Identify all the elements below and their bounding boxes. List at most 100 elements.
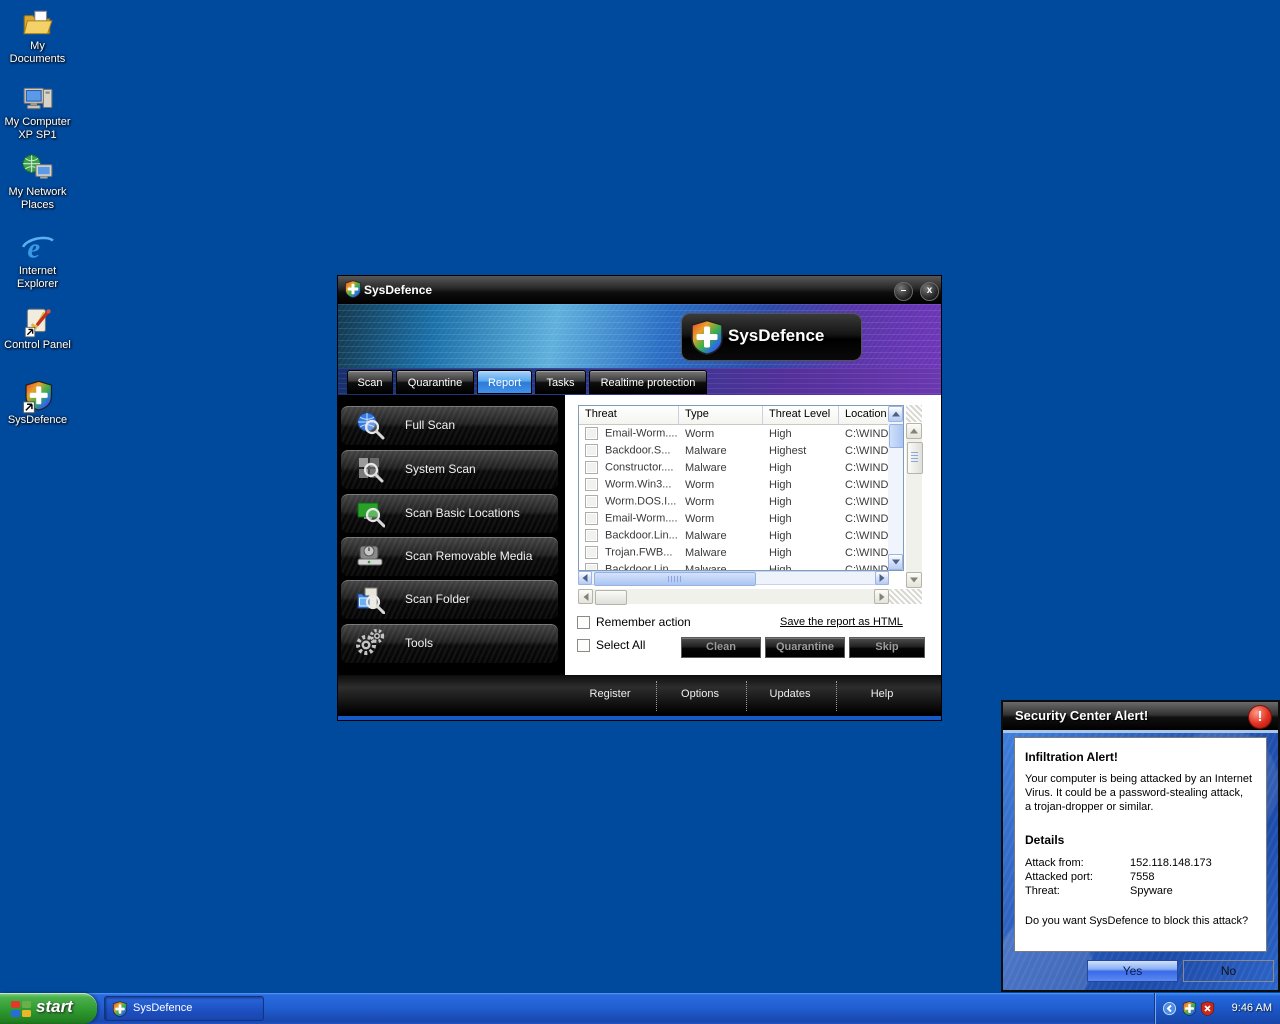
tray-security-alert-shield-icon[interactable] — [1200, 1001, 1215, 1016]
scroll-right-button[interactable] — [875, 571, 889, 585]
scroll-thumb[interactable] — [594, 572, 756, 586]
desktop-icon-label-2: XP SP1 — [1, 129, 74, 142]
desktop-icon-label: Control Panel — [1, 339, 74, 352]
menu-separator — [836, 681, 837, 711]
table-row[interactable]: Backdoor.S...MalwareHighestC:\WIND — [579, 442, 888, 459]
taskbar-task-sysdefence[interactable]: SysDefence — [104, 996, 264, 1021]
clean-button[interactable]: Clean — [681, 637, 761, 658]
sidebar: Full Scan System Scan Scan Basic — [338, 395, 565, 675]
close-button[interactable]: x — [920, 282, 939, 301]
clock[interactable]: 9:46 AM — [1232, 1002, 1272, 1014]
sidebar-full-scan-button[interactable]: Full Scan — [341, 406, 558, 445]
table-row[interactable]: Worm.Win3...WormHighC:\WIND — [579, 476, 888, 493]
row-checkbox[interactable] — [585, 427, 598, 440]
tab-realtime-protection[interactable]: Realtime protection — [589, 370, 707, 394]
sidebar-scan-removable-media-button[interactable]: Scan Removable Media — [341, 537, 558, 576]
desktop-icon-control-panel[interactable]: Control Panel — [1, 305, 74, 352]
desktop-icon-my-computer[interactable]: My Computer XP SP1 — [1, 82, 74, 142]
scroll-thumb[interactable] — [907, 442, 923, 474]
scroll-thumb[interactable] — [595, 590, 627, 605]
window-titlebar[interactable]: SysDefence – x — [338, 276, 941, 304]
table-row[interactable]: Trojan.FWB...MalwareHighC:\WIND — [579, 544, 888, 561]
table-row[interactable]: Constructor....MalwareHighC:\WIND — [579, 459, 888, 476]
panel-horizontal-scrollbar[interactable] — [578, 589, 889, 604]
scroll-right-button[interactable] — [874, 589, 889, 604]
table-row[interactable]: Email-Worm....WormHighC:\WIND — [579, 510, 888, 527]
remember-action-checkbox[interactable] — [577, 616, 590, 629]
desktop-icon-my-documents[interactable]: My Documents — [1, 6, 74, 66]
desktop-icon-label: SysDefence — [1, 414, 74, 427]
start-button[interactable]: start — [0, 993, 97, 1024]
row-checkbox[interactable] — [585, 461, 598, 474]
desktop-icon-label: My Computer — [1, 116, 74, 129]
column-header-level[interactable]: Threat Level — [763, 406, 839, 424]
scroll-up-button[interactable] — [906, 423, 922, 439]
my-network-places-icon — [21, 152, 55, 186]
scroll-down-button[interactable] — [906, 572, 922, 588]
panel-vertical-scrollbar[interactable] — [906, 423, 922, 588]
minimize-button[interactable]: – — [894, 282, 913, 301]
control-panel-icon — [21, 305, 55, 339]
sidebar-tools-button[interactable]: Tools — [341, 624, 558, 663]
select-all-checkbox[interactable] — [577, 639, 590, 652]
row-checkbox[interactable] — [585, 546, 598, 559]
scroll-down-icon — [892, 560, 900, 565]
tray-collapse-chevron-icon[interactable] — [1162, 1001, 1177, 1016]
report-panel: Threat Type Threat Level Location Email-… — [565, 395, 941, 675]
window-title: SysDefence — [364, 283, 432, 297]
save-report-link[interactable]: Save the report as HTML — [780, 616, 903, 628]
scroll-left-button[interactable] — [578, 571, 592, 585]
table-row[interactable]: Email-Worm....WormHighC:\WIND — [579, 425, 888, 442]
menu-options[interactable]: Options — [681, 688, 719, 700]
row-checkbox[interactable] — [585, 478, 598, 491]
desktop-icon-label-2: Explorer — [1, 278, 74, 291]
window-bottom-edge — [338, 716, 941, 720]
desktop-icon-my-network-places[interactable]: My Network Places — [1, 152, 74, 212]
table-row[interactable]: Backdoor.Lin...MalwareHighC:\WIND — [579, 527, 888, 544]
scroll-left-button[interactable] — [578, 589, 593, 604]
skip-button[interactable]: Skip — [849, 637, 925, 658]
sidebar-scan-folder-button[interactable]: Scan Folder — [341, 580, 558, 619]
row-checkbox[interactable] — [585, 495, 598, 508]
brand-name: SysDefence — [728, 326, 824, 346]
sidebar-scan-basic-locations-button[interactable]: Scan Basic Locations — [341, 494, 558, 533]
list-vertical-scrollbar[interactable] — [888, 406, 903, 570]
menu-updates[interactable]: Updates — [770, 688, 811, 700]
tab-scan[interactable]: Scan — [347, 370, 393, 394]
row-checkbox[interactable] — [585, 512, 598, 525]
internet-explorer-icon: e — [21, 231, 55, 265]
menu-help[interactable]: Help — [871, 688, 894, 700]
row-checkbox[interactable] — [585, 563, 598, 571]
tab-tasks[interactable]: Tasks — [535, 370, 586, 394]
tab-report[interactable]: Report — [477, 370, 532, 394]
alert-titlebar[interactable]: Security Center Alert! ! — [1003, 702, 1278, 730]
detail-value: 7558 — [1130, 871, 1154, 883]
row-checkbox[interactable] — [585, 444, 598, 457]
tray-sysdefence-shield-icon[interactable] — [1182, 1001, 1197, 1016]
menu-register[interactable]: Register — [590, 688, 631, 700]
yes-button[interactable]: Yes — [1087, 960, 1178, 982]
globe-scan-icon — [355, 410, 385, 440]
column-header-threat[interactable]: Threat — [579, 406, 679, 424]
tab-quarantine[interactable]: Quarantine — [396, 370, 474, 394]
row-checkbox[interactable] — [585, 529, 598, 542]
menu-separator — [656, 681, 657, 711]
desktop-icon-internet-explorer[interactable]: e Internet Explorer — [1, 231, 74, 291]
column-header-type[interactable]: Type — [679, 406, 763, 424]
table-row[interactable]: Backdoor.Lin...MalwareHighC:\WIND — [579, 561, 888, 571]
security-alert-popup: Security Center Alert! ! Infiltration Al… — [1001, 700, 1280, 992]
scroll-up-button[interactable] — [888, 406, 903, 422]
no-button[interactable]: No — [1183, 960, 1274, 982]
removable-media-icon — [355, 541, 385, 571]
detail-label: Attack from: — [1025, 857, 1084, 869]
alert-text-line: Virus. It could be a password-stealing a… — [1025, 786, 1243, 800]
scroll-down-button[interactable] — [888, 554, 903, 570]
table-row[interactable]: Worm.DOS.I...WormHighC:\WIND — [579, 493, 888, 510]
detail-label: Threat: — [1025, 885, 1060, 897]
desktop-icon-sysdefence[interactable]: SysDefence — [1, 380, 74, 427]
column-header-location[interactable]: Location — [839, 406, 888, 424]
scroll-thumb[interactable] — [889, 424, 904, 448]
quarantine-button[interactable]: Quarantine — [765, 637, 845, 658]
list-horizontal-scrollbar[interactable] — [578, 571, 889, 585]
sidebar-system-scan-button[interactable]: System Scan — [341, 450, 558, 489]
